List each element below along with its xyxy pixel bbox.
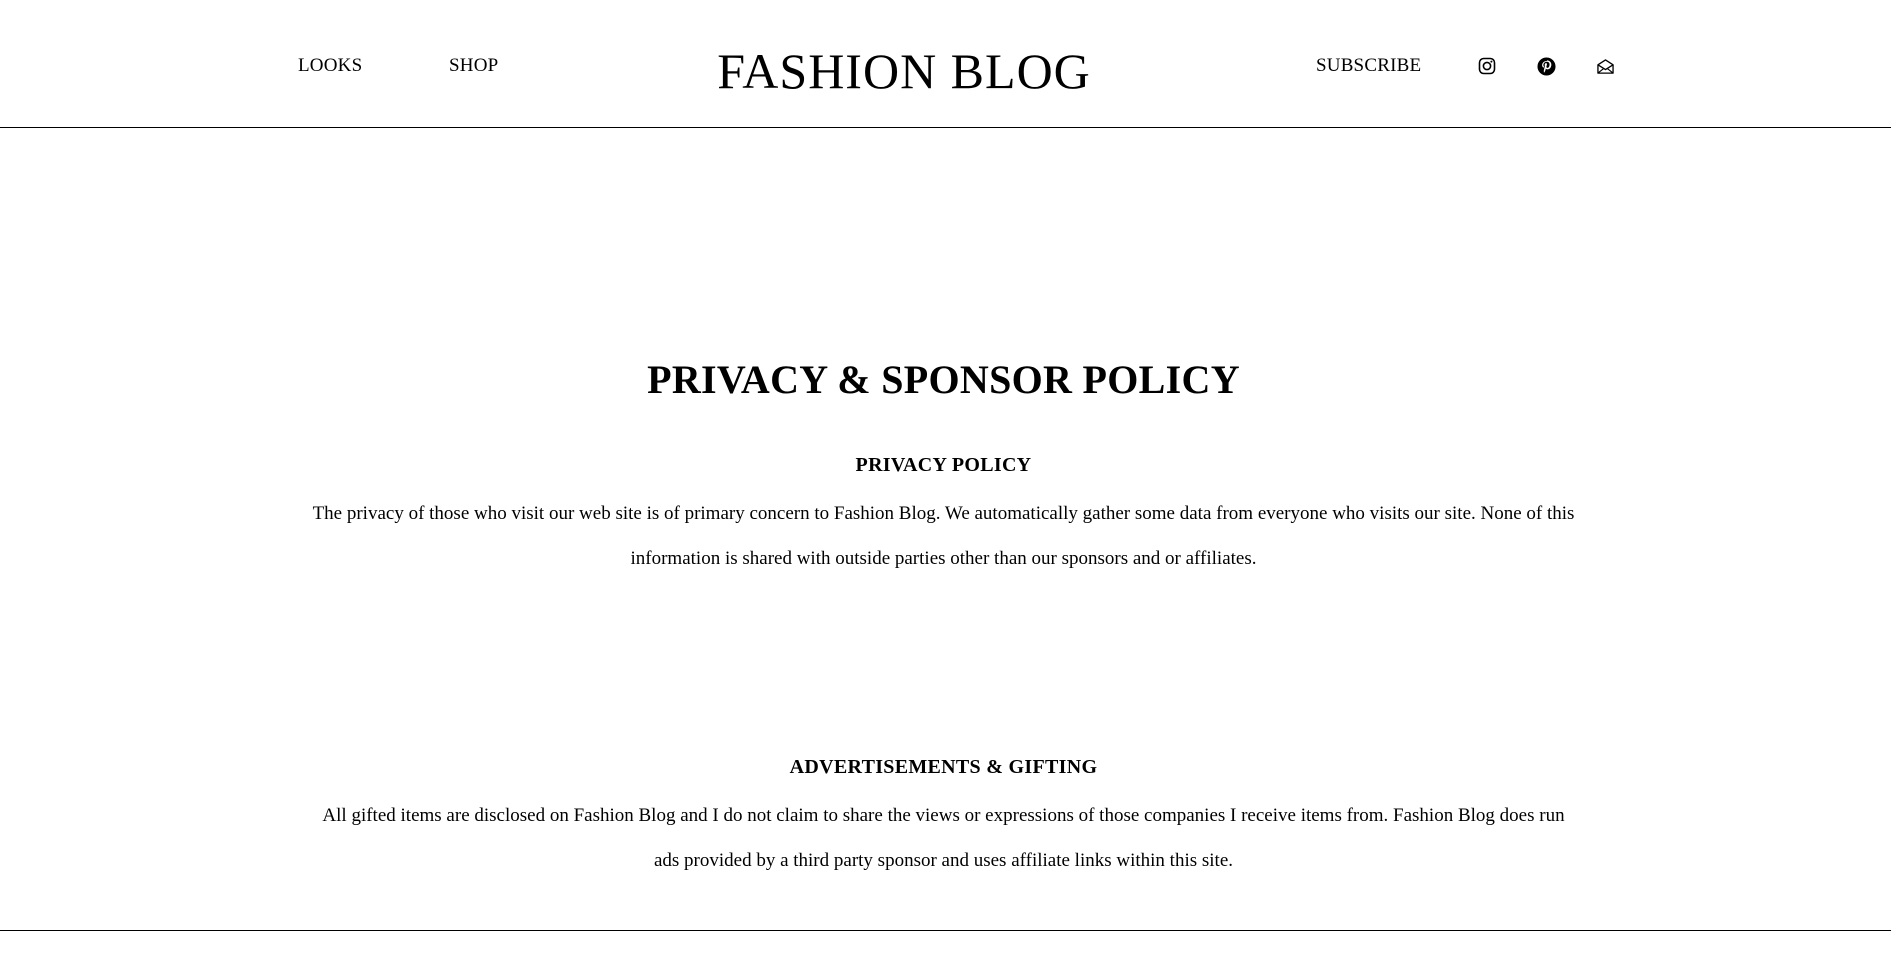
email-icon-graphic <box>1596 58 1614 74</box>
page-title: PRIVACY & SPONSOR POLICY <box>647 357 1240 402</box>
instagram-icon-graphic <box>1478 57 1496 75</box>
advertisements-gifting-heading: ADVERTISEMENTS & GIFTING <box>789 756 1098 778</box>
footer-divider <box>0 930 1891 931</box>
advertisements-gifting-text: All gifted items are disclosed on Fashio… <box>322 805 1565 871</box>
email-icon[interactable] <box>1594 55 1616 77</box>
instagram-icon[interactable] <box>1476 55 1498 77</box>
privacy-policy-text: The privacy of those who visit our web s… <box>312 503 1575 569</box>
nav-link-subscribe[interactable]: SUBSCRIBE <box>1316 56 1421 76</box>
site-header: LOOKS SHOP FASHION BLOG SUBSCRIBE <box>0 0 1891 128</box>
main-content: PRIVACY & SPONSOR POLICY PRIVACY POLICY … <box>0 128 1891 930</box>
pinterest-icon-graphic <box>1536 56 1556 76</box>
pinterest-icon[interactable] <box>1535 55 1557 77</box>
privacy-policy-heading: PRIVACY POLICY <box>855 454 1032 476</box>
